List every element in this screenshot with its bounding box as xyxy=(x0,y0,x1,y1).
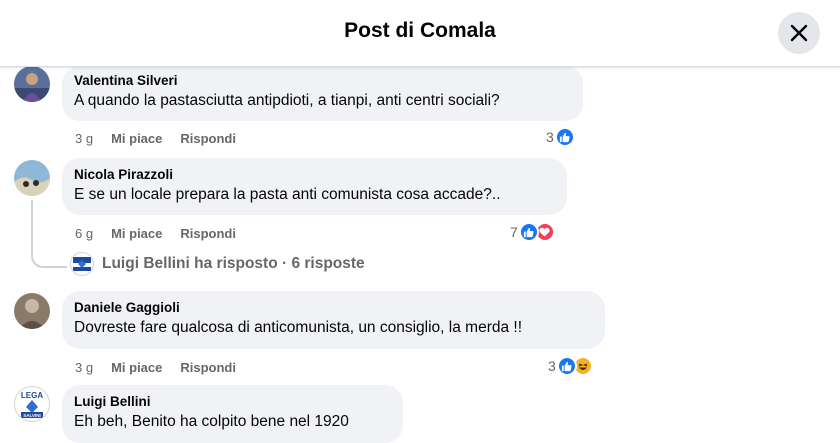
dialog-header: Post di Comala xyxy=(0,0,840,67)
comment-time[interactable]: 3 g xyxy=(75,360,93,375)
like-icon xyxy=(556,356,577,376)
close-button[interactable] xyxy=(778,12,820,54)
comment-time[interactable]: 3 g xyxy=(75,131,93,146)
reaction-summary[interactable]: 3 xyxy=(548,356,593,376)
like-icon xyxy=(518,222,539,242)
close-icon xyxy=(790,24,808,42)
reply-button[interactable]: Rispondi xyxy=(180,226,236,241)
comment-author[interactable]: Nicola Pirazzoli xyxy=(74,166,555,184)
comment-bubble: Daniele Gaggioli Dovreste fare qualcosa … xyxy=(62,291,605,349)
thread-connector xyxy=(31,200,67,268)
comment-author[interactable]: Daniele Gaggioli xyxy=(74,299,593,317)
comment-text: Dovreste fare qualcosa di anticomunista,… xyxy=(74,319,523,336)
avatar[interactable] xyxy=(14,160,50,196)
like-button[interactable]: Mi piace xyxy=(111,226,162,241)
comment-author[interactable]: Valentina Silveri xyxy=(74,72,571,90)
comment-text: E se un locale prepara la pasta anti com… xyxy=(74,186,501,203)
comment-author[interactable]: Luigi Bellini xyxy=(74,393,391,411)
comment-actions: 3 g Mi piace Rispondi xyxy=(75,360,236,375)
comment-text: A quando la pastasciutta antipdioti, a t… xyxy=(74,92,500,109)
like-button[interactable]: Mi piace xyxy=(111,360,162,375)
reply-button[interactable]: Rispondi xyxy=(180,131,236,146)
like-icon xyxy=(554,127,575,147)
view-replies-link[interactable]: Luigi Bellini ha risposto · 6 risposte xyxy=(70,252,365,276)
reply-button[interactable]: Rispondi xyxy=(180,360,236,375)
reaction-count: 3 xyxy=(546,129,554,145)
avatar[interactable] xyxy=(14,66,50,102)
comment-bubble: Valentina Silveri A quando la pastasciut… xyxy=(62,66,583,121)
reaction-count: 7 xyxy=(510,224,518,240)
avatar[interactable]: LEGA SALVINI xyxy=(14,386,50,422)
comment-text: Eh beh, Benito ha colpito bene nel 1920 xyxy=(74,413,349,430)
reaction-summary[interactable]: 3 xyxy=(546,127,575,147)
comment-actions: 6 g Mi piace Rispondi xyxy=(75,226,236,241)
replier-avatar xyxy=(70,252,94,276)
like-button[interactable]: Mi piace xyxy=(111,131,162,146)
logo-bottom-text: SALVINI xyxy=(23,413,40,418)
comment-actions: 3 g Mi piace Rispondi xyxy=(75,131,236,146)
reaction-summary[interactable]: 7 xyxy=(510,222,555,242)
comment-bubble: Luigi Bellini Eh beh, Benito ha colpito … xyxy=(62,385,403,443)
replies-summary: Luigi Bellini ha risposto · 6 risposte xyxy=(102,255,365,272)
reaction-count: 3 xyxy=(548,358,556,374)
comment-time[interactable]: 6 g xyxy=(75,226,93,241)
logo-top-text: LEGA xyxy=(21,391,43,400)
comment-bubble: Nicola Pirazzoli E se un locale prepara … xyxy=(62,158,567,215)
avatar[interactable] xyxy=(14,293,50,329)
dialog-title: Post di Comala xyxy=(344,19,496,42)
